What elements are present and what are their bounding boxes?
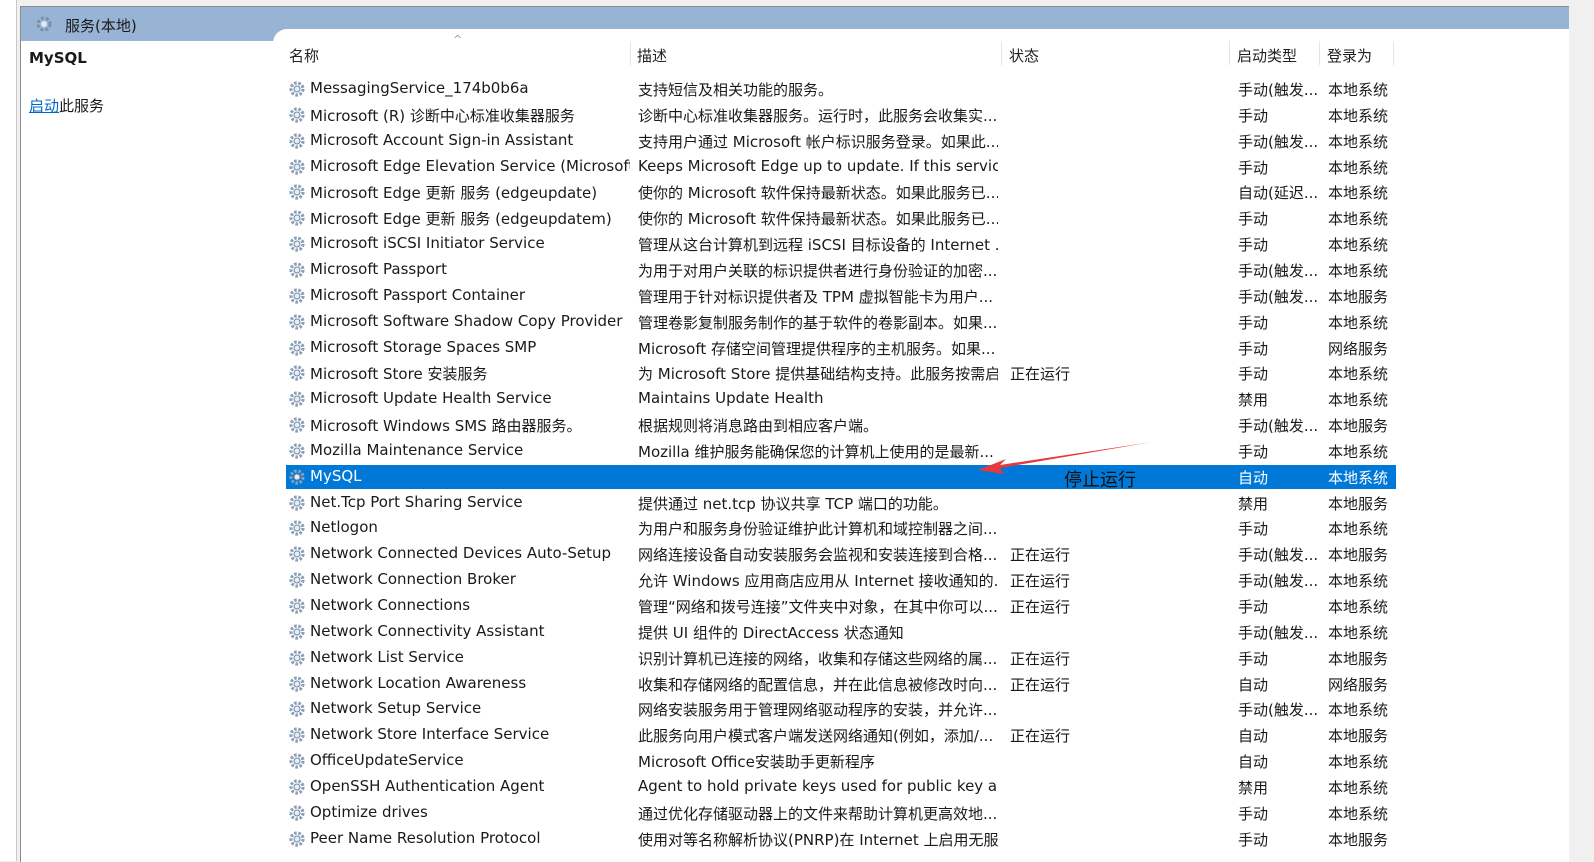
annotation-arrow [978,442,1152,474]
annotation-label: 停止运行 [1064,470,1136,491]
